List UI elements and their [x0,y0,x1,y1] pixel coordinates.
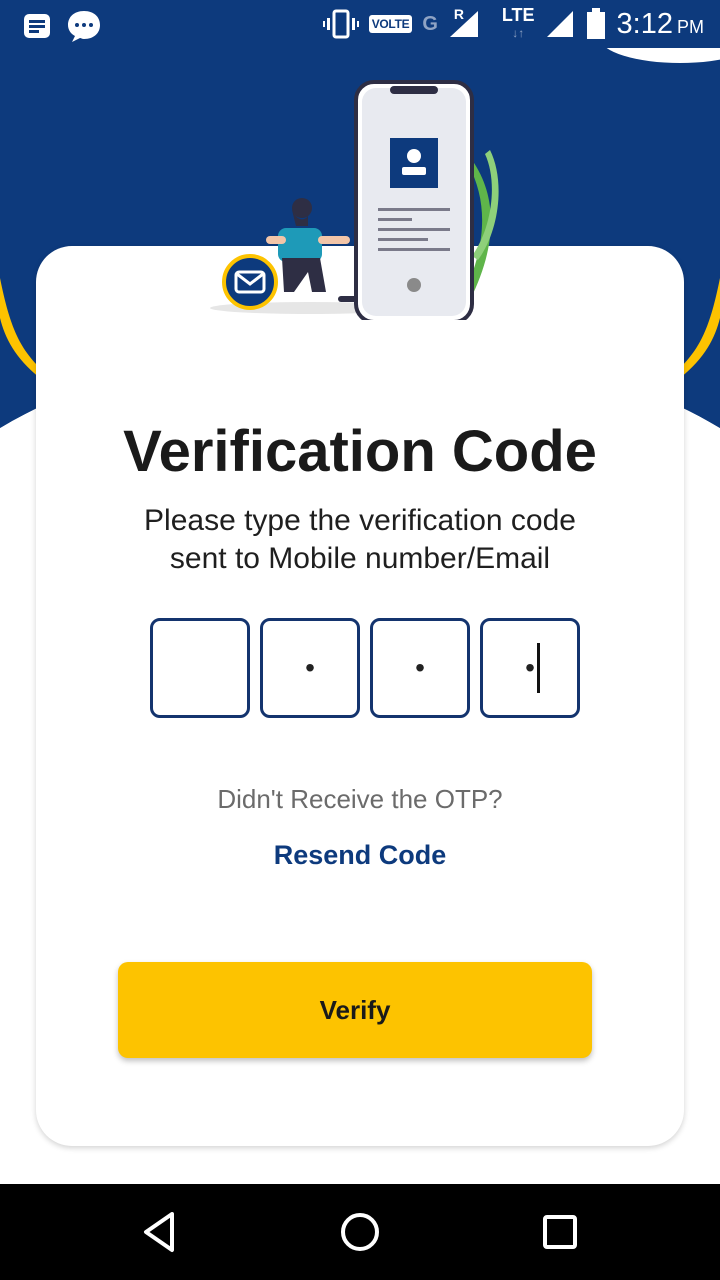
otp-digit-3[interactable]: • [370,618,470,718]
otp-digit-2[interactable]: • [260,618,360,718]
verify-button[interactable]: Verify [118,962,592,1058]
resend-code-link[interactable]: Resend Code [260,840,460,876]
battery-icon [586,8,605,39]
subtitle-line-2: sent to Mobile number/Email [169,542,551,575]
didnt-receive-text: Didn't Receive the OTP? [217,784,503,814]
otp-digit-1[interactable] [150,618,250,718]
back-icon[interactable] [136,1208,184,1256]
network-g-label: G [422,12,438,35]
status-bar: VOLTE G R LTE ↓↑ 3:12 PM [0,0,720,48]
vibrate-icon [322,9,359,39]
data-arrows-icon: ↓↑ [512,26,525,40]
notes-icon [24,14,50,38]
text-cursor [537,643,540,693]
clock: 3:12 PM [616,7,704,40]
chat-bubble-icon [68,11,100,42]
verification-illustration [210,80,499,320]
page-subtitle: Please type the verification code sent t… [100,502,620,578]
home-icon[interactable] [336,1208,384,1256]
subtitle-line-1: Please type the verification code [144,504,576,537]
signal-icon-2 [546,11,573,37]
otp-digit-4[interactable]: • [480,618,580,718]
recents-icon[interactable] [536,1208,584,1256]
otp-digit-4-value: • [525,652,535,683]
volte-badge: VOLTE [368,15,413,33]
page-title: Verification Code [123,419,597,484]
roaming-label: R [453,6,464,22]
otp-input-group: • • • [150,618,582,718]
system-nav-bar [0,1184,720,1280]
lte-label: LTE [501,5,535,25]
